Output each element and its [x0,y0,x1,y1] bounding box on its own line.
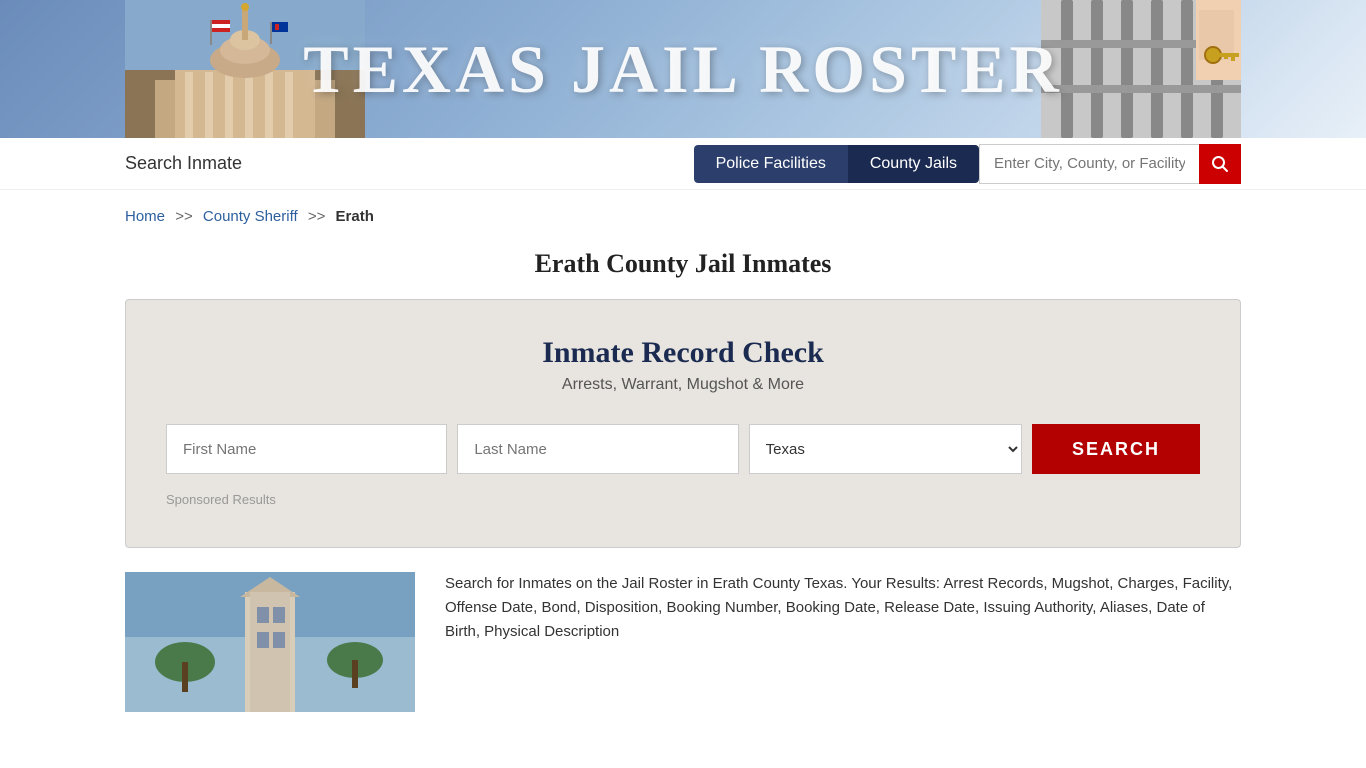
banner-title: Texas Jail Roster [303,30,1063,109]
header-banner: Texas Jail Roster [0,0,1366,138]
record-check-box: Inmate Record Check Arrests, Warrant, Mu… [125,299,1241,548]
record-check-title: Inmate Record Check [166,336,1200,370]
facility-search-input[interactable] [979,144,1199,184]
record-check-subtitle: Arrests, Warrant, Mugshot & More [166,376,1200,394]
breadcrumb-current: Erath [336,208,374,225]
breadcrumb-sep-1: >> [175,208,193,225]
main-content: Inmate Record Check Arrests, Warrant, Mu… [0,299,1366,548]
bottom-thumbnail [125,572,415,712]
inmate-search-button[interactable]: SEARCH [1032,424,1200,474]
police-facilities-button[interactable]: Police Facilities [694,145,848,183]
state-select[interactable]: AlabamaAlaskaArizonaArkansasCaliforniaCo… [749,424,1022,474]
breadcrumb-county-sheriff[interactable]: County Sheriff [203,208,298,225]
breadcrumb-sep-2: >> [308,208,326,225]
sponsored-results-label: Sponsored Results [166,492,1200,507]
inmate-search-form: AlabamaAlaskaArizonaArkansasCaliforniaCo… [166,424,1200,474]
page-title: Erath County Jail Inmates [0,235,1366,299]
nav-buttons: Police Facilities County Jails [694,144,1241,184]
first-name-input[interactable] [166,424,447,474]
nav-bar: Search Inmate Police Facilities County J… [0,138,1366,190]
bottom-section: Search for Inmates on the Jail Roster in… [0,572,1366,732]
breadcrumb-home[interactable]: Home [125,208,165,225]
facility-search-button[interactable] [1199,144,1241,184]
county-jails-button[interactable]: County Jails [848,145,979,183]
bottom-description: Search for Inmates on the Jail Roster in… [445,572,1241,712]
thumbnail-image [125,572,415,712]
search-icon [1211,155,1229,173]
jail-image [1041,0,1241,138]
last-name-input[interactable] [457,424,738,474]
search-inmate-label: Search Inmate [125,153,694,174]
breadcrumb: Home >> County Sheriff >> Erath [0,190,1366,235]
